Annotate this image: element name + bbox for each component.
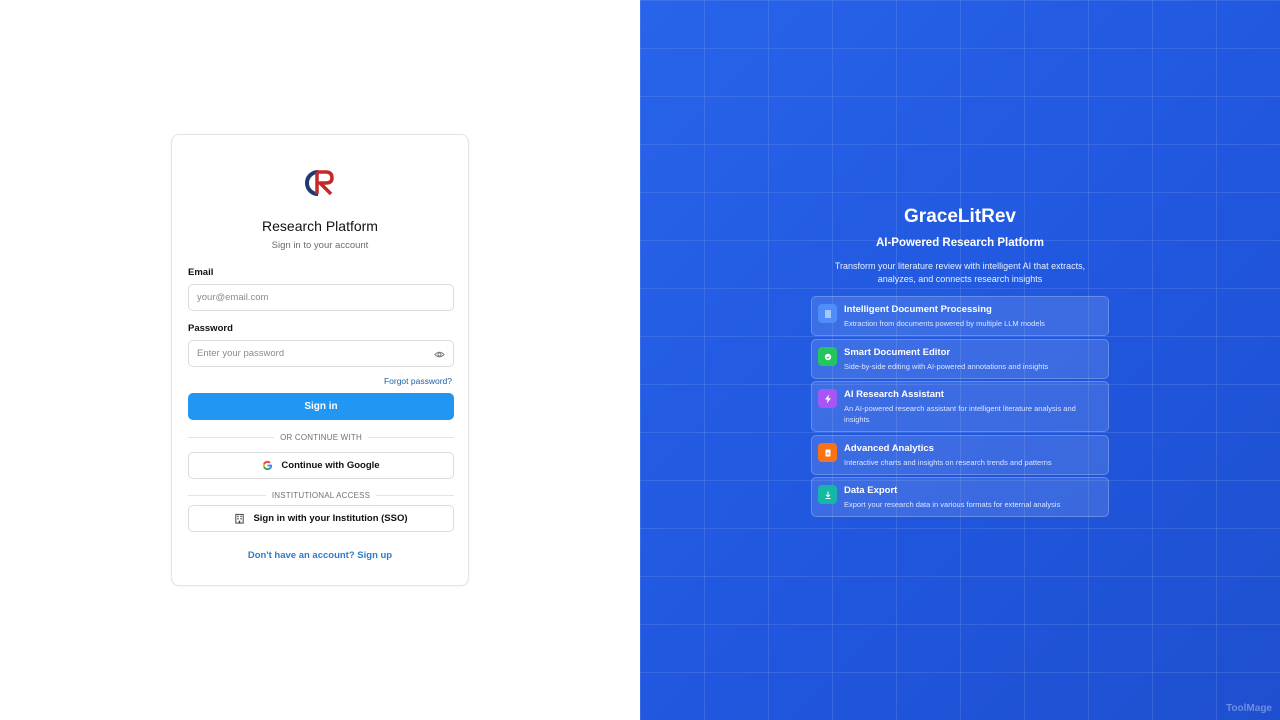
sso-signin-label: Sign in with your Institution (SSO) (253, 513, 408, 524)
divider-continue-text: OR CONTINUE WITH (280, 432, 362, 442)
feature-card: Advanced Analytics Interactive charts an… (811, 435, 1109, 475)
divider-continue: OR CONTINUE WITH (188, 431, 454, 443)
feature-card: Data Export Export your research data in… (811, 477, 1109, 517)
sign-in-button[interactable]: Sign in (188, 393, 454, 420)
hero-subtitle: AI-Powered Research Platform (875, 237, 1045, 249)
app-logo (305, 170, 334, 196)
divider-institution: INSTITUTIONAL ACCESS (188, 489, 455, 501)
analytics-icon (818, 443, 837, 462)
feature-description: Export your research data in various for… (844, 500, 1061, 509)
download-icon (818, 485, 837, 504)
feature-description: Extraction from documents powered by mul… (844, 319, 1045, 328)
feature-title: Data Export (844, 485, 898, 496)
google-icon (263, 460, 273, 471)
document-icon (818, 304, 837, 323)
forgot-password-link[interactable]: Forgot password? (384, 376, 452, 386)
email-field[interactable] (188, 284, 454, 311)
hero-description: Transform your literature review with in… (834, 261, 1086, 284)
password-label: Password (188, 323, 233, 334)
sign-up-link[interactable]: Don't have an account? Sign up (172, 550, 468, 561)
feature-title: Smart Document Editor (844, 347, 951, 358)
watermark: ToolMage (1226, 703, 1272, 714)
divider-institution-text: INSTITUTIONAL ACCESS (271, 490, 371, 500)
hero-pane: GraceLitRev AI-Powered Research Platform… (640, 0, 1280, 720)
email-label: Email (188, 267, 214, 278)
feature-card: Intelligent Document Processing Extracti… (811, 296, 1109, 336)
feature-description: Side-by-side editing with AI-powered ann… (844, 362, 1049, 371)
feature-description: An AI-powered research assistant for int… (844, 404, 1076, 424)
eye-icon[interactable] (434, 349, 445, 360)
lightning-icon (818, 389, 837, 408)
page-title: Research Platform (262, 218, 378, 234)
google-signin-button[interactable]: Continue with Google (188, 452, 454, 479)
feature-card: Smart Document Editor Side-by-side editi… (811, 339, 1109, 379)
login-card: Research Platform Sign in to your accoun… (171, 134, 469, 586)
hero-title: GraceLitRev (904, 206, 1016, 227)
sso-signin-button[interactable]: Sign in with your Institution (SSO) (188, 505, 454, 532)
feature-title: AI Research Assistant (844, 389, 944, 400)
feature-title: Advanced Analytics (844, 443, 934, 454)
password-field[interactable] (188, 340, 454, 367)
editor-icon (818, 347, 837, 366)
page-subtitle: Sign in to your account (271, 240, 369, 251)
login-pane: Research Platform Sign in to your accoun… (0, 0, 640, 720)
feature-card: AI Research Assistant An AI-powered rese… (811, 381, 1109, 432)
building-icon (235, 513, 245, 524)
feature-description: Interactive charts and insights on resea… (844, 458, 1052, 467)
feature-title: Intelligent Document Processing (844, 304, 992, 315)
google-signin-label: Continue with Google (281, 460, 380, 471)
